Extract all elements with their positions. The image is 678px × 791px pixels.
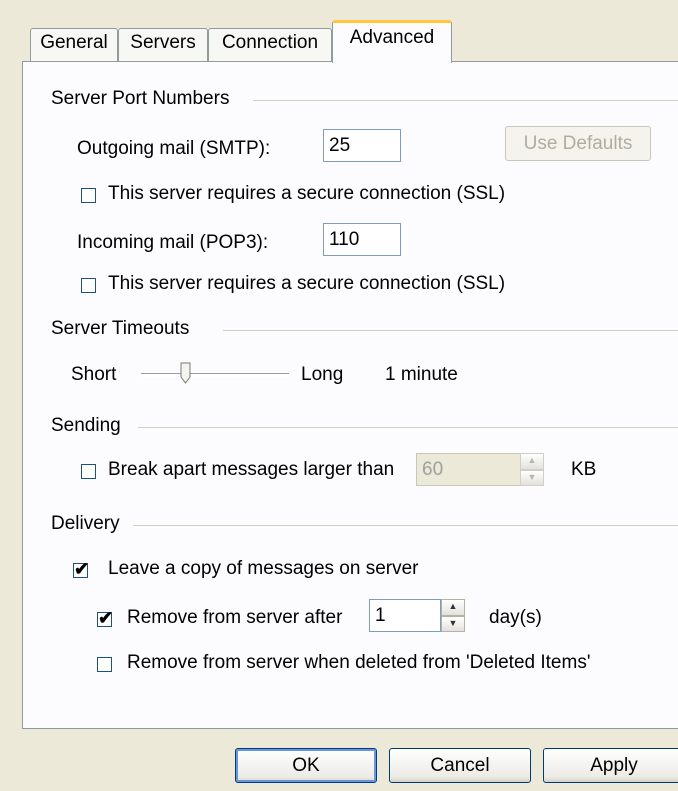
smtp-label: Outgoing mail (SMTP): [77, 138, 271, 159]
remove-after-checkbox[interactable]: ✔ [97, 608, 113, 628]
smtp-ssl-checkbox[interactable] [81, 188, 96, 203]
break-apart-checkbox[interactable] [81, 464, 96, 479]
remove-deleted-label: Remove from server when deleted from 'De… [127, 652, 591, 673]
stepper-down-icon[interactable]: ▼ [520, 469, 544, 486]
timeout-long-label: Long [301, 364, 344, 385]
remove-deleted-checkbox[interactable] [97, 657, 112, 672]
tab-general[interactable]: General [30, 28, 118, 62]
tab-connection[interactable]: Connection [208, 28, 332, 62]
stepper-up-icon[interactable]: ▲ [441, 599, 465, 616]
check-icon: ✔ [98, 608, 114, 628]
stepper-up-icon[interactable]: ▲ [520, 453, 544, 470]
apply-button[interactable]: Apply [543, 748, 678, 783]
tab-panel-advanced: Server Port Numbers Outgoing mail (SMTP)… [22, 61, 678, 729]
use-defaults-button[interactable]: Use Defaults [505, 126, 651, 161]
leave-copy-checkbox[interactable]: ✔ [73, 559, 89, 579]
tab-servers-label: Servers [130, 32, 196, 53]
group-title-delivery: Delivery [51, 513, 128, 535]
break-unit-label: KB [571, 459, 597, 480]
stepper-down-icon[interactable]: ▼ [441, 615, 465, 632]
days-unit-label: day(s) [489, 607, 542, 628]
tab-advanced-label: Advanced [349, 27, 435, 48]
timeout-value-label: 1 minute [385, 364, 458, 385]
cancel-button[interactable]: Cancel [389, 748, 531, 783]
tab-general-label: General [40, 32, 108, 53]
tab-servers[interactable]: Servers [118, 28, 208, 62]
remove-after-days-input[interactable] [369, 599, 441, 632]
group-divider [253, 100, 678, 101]
smtp-port-input[interactable] [323, 129, 401, 162]
group-divider [223, 330, 678, 331]
pop3-label: Incoming mail (POP3): [77, 232, 269, 253]
group-divider [138, 427, 678, 428]
check-icon: ✔ [74, 559, 90, 579]
group-title-timeouts: Server Timeouts [51, 318, 198, 340]
break-size-stepper[interactable]: ▲ ▼ [520, 453, 544, 486]
smtp-ssl-label: This server requires a secure connection… [108, 183, 506, 204]
group-divider [133, 525, 678, 526]
tab-advanced[interactable]: Advanced [332, 20, 452, 63]
timeout-short-label: Short [71, 364, 117, 385]
pop3-ssl-label: This server requires a secure connection… [108, 273, 506, 294]
timeout-slider-thumb[interactable] [180, 362, 192, 384]
remove-after-label: Remove from server after [127, 607, 343, 628]
pop3-port-input[interactable] [323, 223, 401, 256]
tab-connection-label: Connection [221, 32, 319, 53]
remove-after-stepper[interactable]: ▲ ▼ [441, 599, 465, 632]
ok-button[interactable]: OK [235, 748, 377, 783]
group-title-sending: Sending [51, 415, 129, 437]
break-size-input[interactable] [416, 453, 522, 486]
leave-copy-label: Leave a copy of messages on server [108, 558, 419, 579]
pop3-ssl-checkbox[interactable] [81, 278, 96, 293]
group-title-ports: Server Port Numbers [51, 88, 238, 110]
break-apart-label: Break apart messages larger than [108, 459, 395, 480]
timeout-slider-track[interactable] [141, 373, 289, 377]
